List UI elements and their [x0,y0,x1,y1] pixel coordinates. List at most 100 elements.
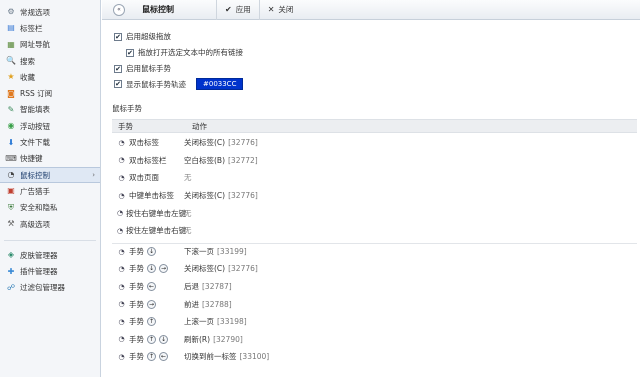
skin-icon: ◈ [7,250,15,260]
gesture-action-cell[interactable]: 上滚一页 [33198] [184,316,247,327]
gesture-action: 无 [184,208,192,218]
gesture-name: 双击页面 [129,173,159,183]
sidebar-item-skin[interactable]: ◈ 皮肤管理器 [0,247,100,263]
gesture-row[interactable]: ◔ 双击标签 关闭标签(C) [32776] [112,134,637,152]
command-code: [32788] [202,299,232,309]
sidebar-item-rss[interactable]: ◙ RSS 订阅 [0,85,100,101]
toolbar: « 鼠标控制 ✔ 应用 ✕ 关闭 [102,0,640,20]
gesture-row[interactable]: ◔ 按住右键单击左键无 [112,204,637,222]
arrow-left-icon: ← [159,352,168,362]
sidebar-item-nav[interactable]: ▦ 网址导航 [0,37,100,53]
gesture-row[interactable]: ◔ 手势 ↑ ← 切换到前一标签 [33100] [112,348,637,366]
command-code: [33100] [239,352,270,362]
gesture-name: 手势 [129,299,144,309]
sidebar-item-gear[interactable]: ⚙ 常规选项 [0,4,100,20]
back-button[interactable]: « [113,3,125,16]
column-header-action: 动作 [192,121,207,131]
tabs-icon: ▤ [7,23,15,33]
gesture-action-cell[interactable]: 关闭标签(C) [32776] [184,263,258,274]
gesture-action-cell[interactable]: 下滚一页 [33199] [184,246,247,257]
gesture-row[interactable]: ◔ 手势 ↓ 下滚一页 [33199] [112,242,637,261]
gesture-table-header: 手势 动作 [112,119,637,133]
gesture-action-cell[interactable]: 无 [184,225,192,236]
gesture-action-cell[interactable]: 关闭标签(C) [32776] [184,190,258,201]
mouse-gesture-icon: ◔ [118,335,125,344]
arrow-down-icon: ↓ [159,334,168,344]
option-mouse-gesture[interactable]: ✔ 启用鼠标手势 [114,63,171,74]
gesture-name: 手势 [129,352,144,362]
trail-color-picker[interactable]: #0033CC [196,78,244,90]
sidebar-item-filter[interactable]: ☍ 过滤包管理器 [0,280,100,296]
gesture-action-cell[interactable]: 刷新(R) [32790] [184,334,243,345]
column-header-gesture: 手势 [118,121,133,131]
command-code: [32772] [228,155,258,165]
gesture-name-cell: ◔ 手势 ↓ [112,246,180,257]
gesture-action-cell[interactable]: 后退 [32787] [184,281,232,292]
sidebar-item-star[interactable]: ★ 收藏 [0,69,100,85]
gesture-action-cell[interactable]: 空白标签(B) [32772] [184,155,258,166]
arrow-up-icon: ↑ [147,317,156,327]
sidebar-item-label: 高级选项 [20,219,50,229]
sidebar-item-label: 文件下载 [20,138,50,148]
gesture-action-cell[interactable]: 切换到前一标签 [33100] [184,351,269,362]
gesture-name: 手势 [129,334,144,344]
show-trail-checkbox[interactable]: ✔ [114,80,122,88]
rss-icon: ◙ [7,88,15,98]
sidebar-item-keyboard[interactable]: ⌨ 快捷键 [0,151,100,167]
sidebar-item-mouse[interactable]: ◔ 鼠标控制 › [0,166,100,184]
option-drag-links[interactable]: ✔ 拖放打开选定文本中的所有链接 [126,47,243,58]
mouse-gesture-icon: ◔ [118,138,125,147]
gesture-row[interactable]: ◔ 手势 ↑ ↓ 刷新(R) [32790] [112,331,637,349]
gesture-name: 手势 [129,317,144,327]
option-show-trail[interactable]: ✔ 显示鼠标手势轨迹 #0033CC [114,78,244,90]
drag-links-checkbox[interactable]: ✔ [126,48,134,57]
gesture-name: 手势 [129,247,144,257]
sidebar-item-search[interactable]: 🔍 搜索 [0,53,100,69]
arrow-down-icon: ↓ [147,247,156,257]
super-drag-checkbox[interactable]: ✔ [114,32,122,41]
option-super-drag[interactable]: ✔ 启用超级拖放 [114,31,171,42]
gesture-action-cell[interactable]: 关闭标签(C) [32776] [184,137,258,148]
gesture-name-cell: ◔ 中键单击标签 [112,190,180,201]
gesture-name-cell: ◔ 按住左键单击右键 [112,225,186,236]
gesture-action-cell[interactable]: 前进 [32788] [184,299,232,310]
gesture-row[interactable]: ◔ 双击页面 无 [112,169,637,187]
star-icon: ★ [7,72,15,82]
sidebar-item-shield[interactable]: ⛨ 安全和隐私 [0,200,100,216]
sidebar-item-form-fill[interactable]: ✎ 智能填表 [0,102,100,118]
sidebar-item-ad-hunter[interactable]: ▣ 广告猎手 [0,183,100,199]
gesture-row[interactable]: ◔ 中键单击标签 关闭标签(C) [32776] [112,187,637,205]
gesture-row[interactable]: ◔ 手势 ↑ 上滚一页 [33198] [112,313,637,331]
gesture-row[interactable]: ◔ 手势 ↓ → 关闭标签(C) [32776] [112,260,637,278]
gesture-row[interactable]: ◔ 双击标签栏 空白标签(B) [32772] [112,152,637,170]
mouse-gesture-icon: ◔ [118,247,125,256]
mouse-gesture-icon: ◔ [118,156,125,165]
check-icon: ✔ [225,5,232,14]
arrow-up-icon: ↑ [147,334,156,344]
gear-icon: ⚙ [7,7,15,17]
sidebar-item-label: 智能填表 [20,105,50,115]
gesture-action-cell[interactable]: 无 [184,208,192,219]
sidebar-item-plugin[interactable]: ✚ 插件管理器 [0,263,100,279]
close-button[interactable]: ✕ 关闭 [258,0,302,20]
apply-label: 应用 [235,5,251,14]
sidebar-item-advanced[interactable]: ⚒ 高级选项 [0,216,100,232]
sidebar-item-download[interactable]: ⬇ 文件下载 [0,134,100,150]
gesture-row[interactable]: ◔ 手势 ← 后退 [32787] [112,278,637,296]
gesture-name-cell: ◔ 手势 ↑ ← [112,351,180,362]
sidebar-item-tabs[interactable]: ▤ 标签栏 [0,20,100,36]
apply-button[interactable]: ✔ 应用 [216,0,259,20]
sidebar-item-label: 标签栏 [20,23,43,33]
sidebar-item-float-button[interactable]: ◉ 浮动按钮 [0,118,100,134]
gesture-name: 按住右键单击左键 [126,208,187,218]
gesture-row[interactable]: ◔ 手势 → 前进 [32788] [112,295,637,313]
sidebar-item-label: 收藏 [20,72,35,82]
gesture-name-cell: ◔ 手势 ↑ ↓ [112,334,180,345]
arrow-left-icon: ← [147,282,156,292]
sidebar-item-label: 浮动按钮 [20,121,50,131]
mouse-gesture-checkbox[interactable]: ✔ [114,64,122,73]
sidebar-item-label: 过滤包管理器 [20,283,65,293]
gesture-action-cell[interactable]: 无 [184,172,192,183]
gesture-row[interactable]: ◔ 按住左键单击右键无 [112,222,637,240]
mouse-gesture-icon: ◔ [117,226,124,235]
